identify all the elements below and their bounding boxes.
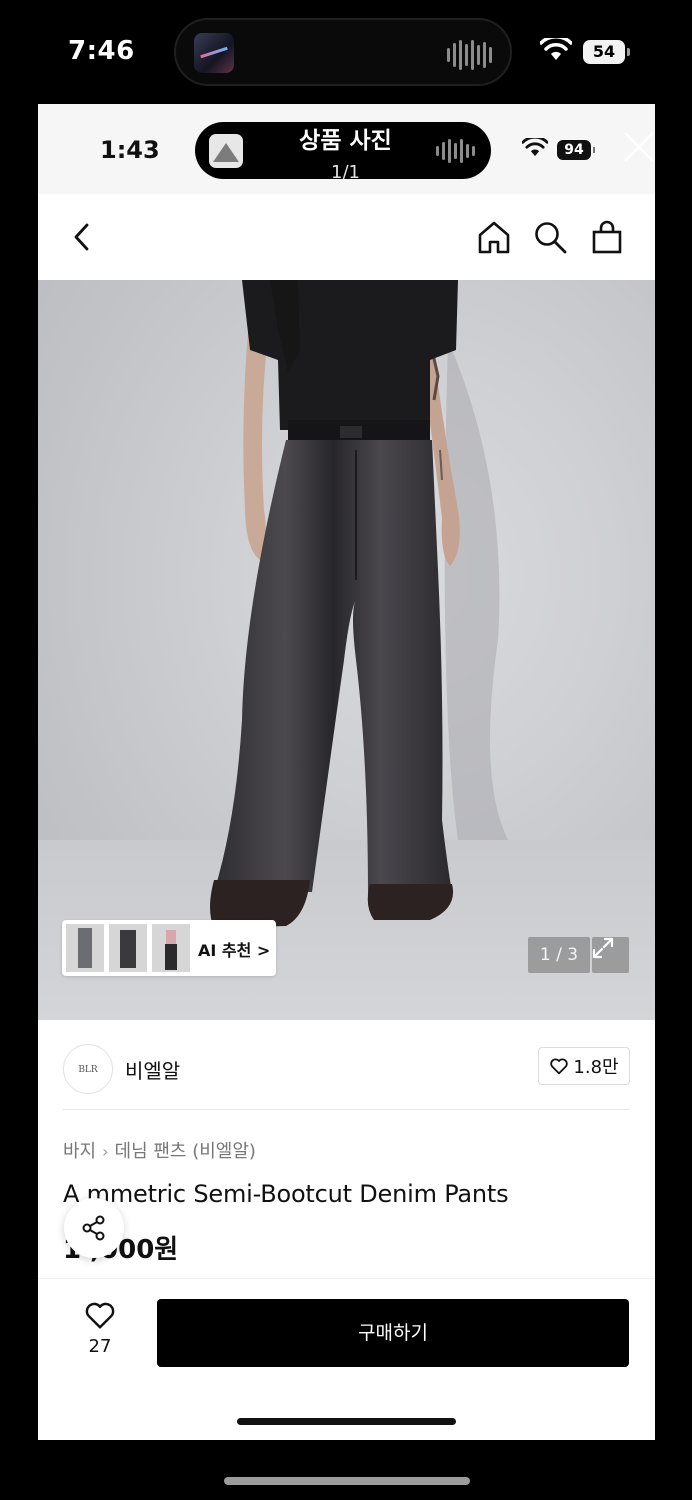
thumbnail-3	[152, 924, 190, 972]
breadcrumb: 바지 › 데님 팬츠 (비엘알)	[63, 1137, 256, 1163]
brand-name[interactable]: 비엘알	[125, 1055, 180, 1084]
product-screenshot: 1:43 94 상품 사진 1/1 AI 추천 > 1 / 3 BLR 비엘알 …	[38, 104, 655, 1440]
viewer-counter: 1/1	[331, 162, 360, 183]
ai-recommend-chip[interactable]: AI 추천 >	[62, 920, 276, 976]
album-art-icon	[194, 33, 234, 73]
top-navbar	[38, 194, 655, 280]
model-illustration	[210, 280, 508, 928]
outer-status-bar: 7:46 54	[0, 0, 692, 104]
thumbnail-2	[109, 924, 147, 972]
heart-icon	[550, 1058, 569, 1075]
search-button[interactable]	[532, 219, 568, 255]
wifi-icon	[540, 38, 572, 60]
home-button[interactable]	[476, 219, 512, 255]
breadcrumb-category[interactable]: 바지	[63, 1141, 96, 1162]
wishlist-button[interactable]: 27	[70, 1300, 130, 1364]
brand-row[interactable]: BLR 비엘알 1.8만	[38, 1020, 655, 1112]
ai-recommend-label: AI 추천 >	[198, 941, 271, 960]
brand-like-count: 1.8만	[573, 1057, 619, 1078]
home-icon	[478, 221, 510, 254]
outer-clock: 7:46	[68, 36, 135, 66]
battery-indicator: 54	[583, 40, 630, 64]
thumbnail-1	[66, 924, 104, 972]
brand-like-button[interactable]: 1.8만	[538, 1047, 630, 1085]
inner-clock: 1:43	[100, 136, 160, 164]
product-name: A mmetric Semi-Bootcut Denim Pants	[63, 1180, 509, 1208]
share-icon	[82, 1215, 105, 1241]
image-counter: 1 / 3	[528, 937, 590, 973]
battery-indicator: 94	[557, 140, 595, 160]
expand-icon	[592, 937, 614, 959]
back-icon	[74, 223, 89, 251]
share-button[interactable]	[64, 1198, 124, 1258]
divider	[63, 1109, 630, 1110]
back-button[interactable]	[64, 219, 100, 255]
buy-button[interactable]: 구매하기	[157, 1299, 629, 1367]
cart-button[interactable]	[589, 219, 625, 255]
heart-icon	[85, 1302, 115, 1329]
chevron-right-icon: ›	[102, 1142, 109, 1161]
search-icon	[535, 222, 567, 254]
wishlist-count: 27	[88, 1336, 112, 1357]
close-icon[interactable]	[622, 130, 655, 164]
bottom-bar-divider	[38, 1278, 655, 1279]
inner-home-indicator	[237, 1418, 456, 1425]
breadcrumb-subcategory[interactable]: 데님 팬츠 (비엘알)	[115, 1141, 256, 1162]
outer-now-playing-island[interactable]	[174, 18, 512, 86]
audio-wave-icon	[447, 40, 492, 70]
viewer-title: 상품 사진	[299, 128, 392, 154]
shopping-bag-icon	[592, 220, 622, 254]
product-image[interactable]: AI 추천 > 1 / 3	[38, 280, 655, 1020]
expand-button[interactable]	[592, 937, 629, 973]
home-indicator[interactable]	[224, 1477, 470, 1485]
wifi-icon	[522, 138, 548, 157]
brand-logo[interactable]: BLR	[63, 1044, 113, 1094]
